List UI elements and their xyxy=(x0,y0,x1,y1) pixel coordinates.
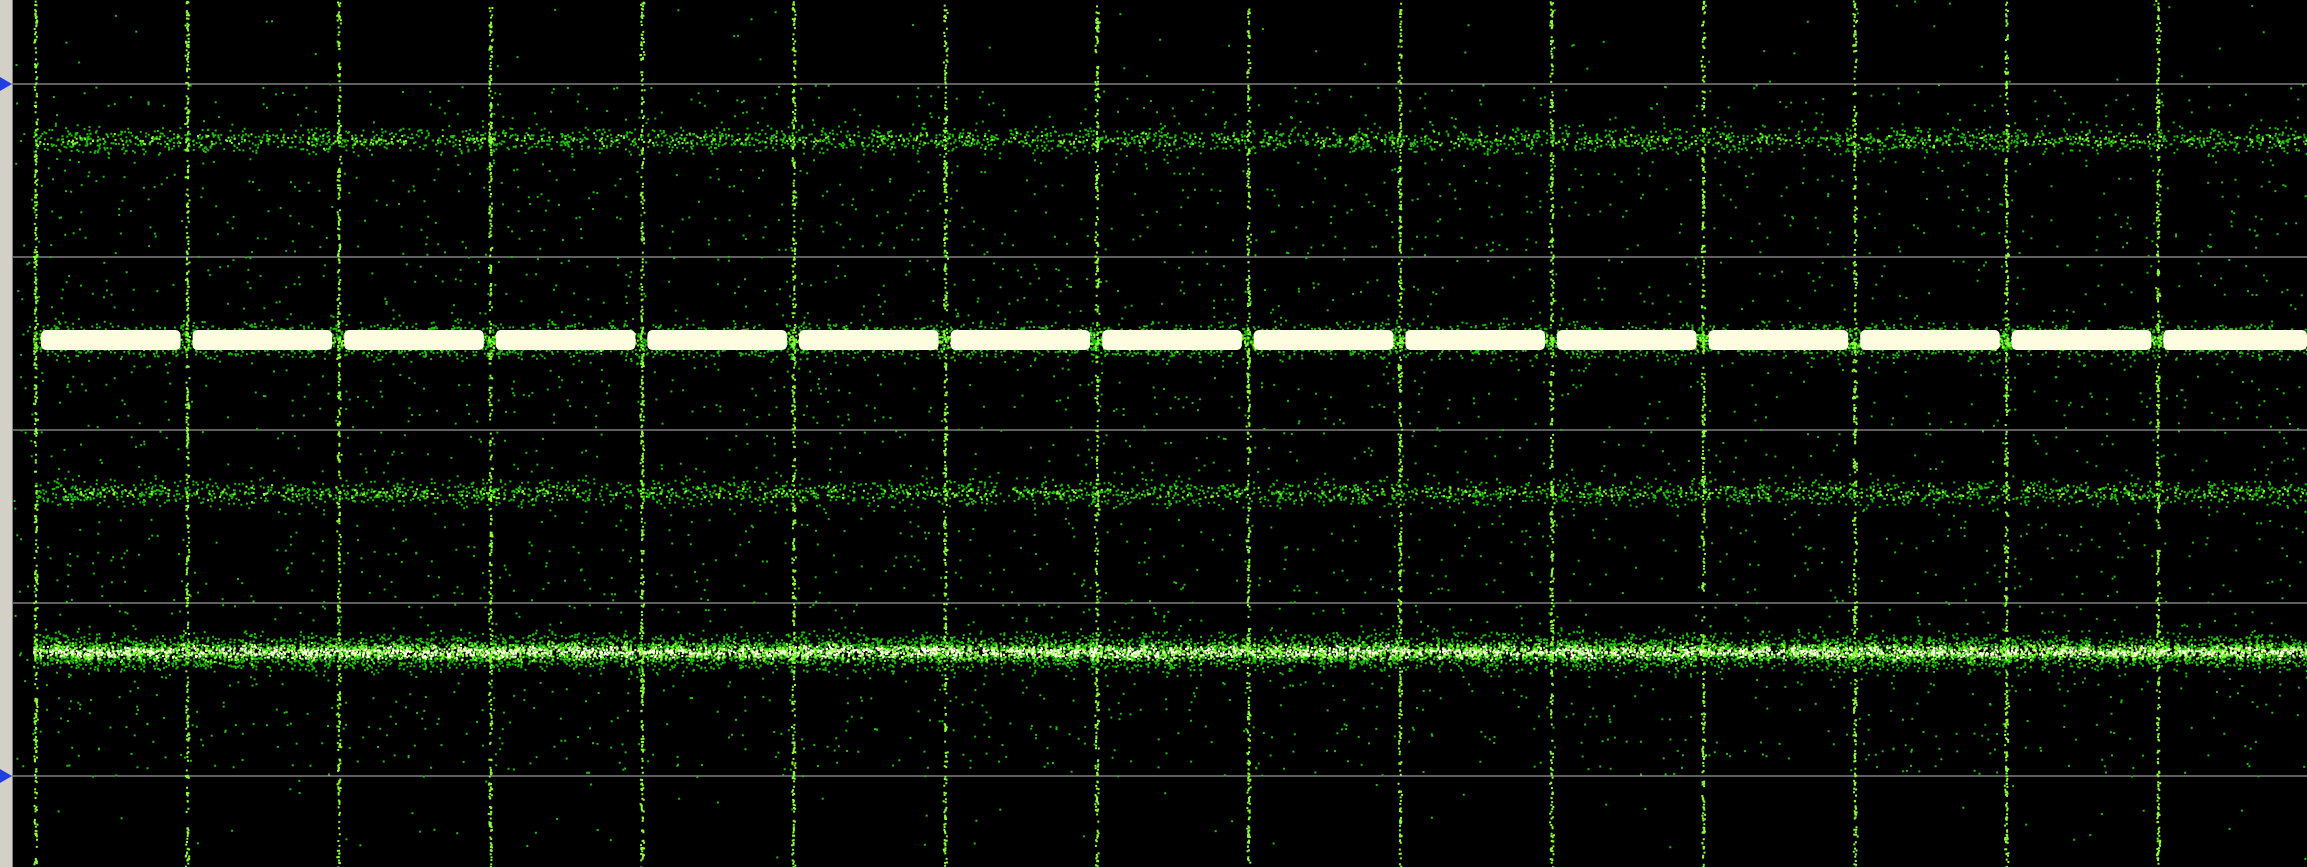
saturated-segment xyxy=(799,330,939,351)
saturated-segment xyxy=(1253,330,1394,351)
saturated-segment xyxy=(495,330,636,351)
saturated-segment xyxy=(647,330,787,351)
saturated-segment xyxy=(1708,330,1849,351)
saturated-segment xyxy=(192,330,333,351)
saturated-segment xyxy=(950,330,1091,351)
saturated-segment xyxy=(1860,330,2000,351)
saturated-trace-core xyxy=(41,330,2307,351)
upper-level-marker-icon[interactable] xyxy=(0,77,12,91)
saturated-segment xyxy=(1405,330,1545,351)
saturated-segment xyxy=(1557,330,1697,351)
saturated-segment xyxy=(344,330,484,351)
lower-level-marker-icon[interactable] xyxy=(0,769,12,783)
saturated-segment xyxy=(2011,330,2152,351)
signal-trace-canvas xyxy=(13,0,2307,867)
scope-display xyxy=(0,0,2307,867)
saturated-segment xyxy=(1102,330,1242,351)
saturated-segment xyxy=(2163,330,2307,351)
level-marker-rail xyxy=(0,0,13,867)
saturated-segment xyxy=(41,330,181,351)
